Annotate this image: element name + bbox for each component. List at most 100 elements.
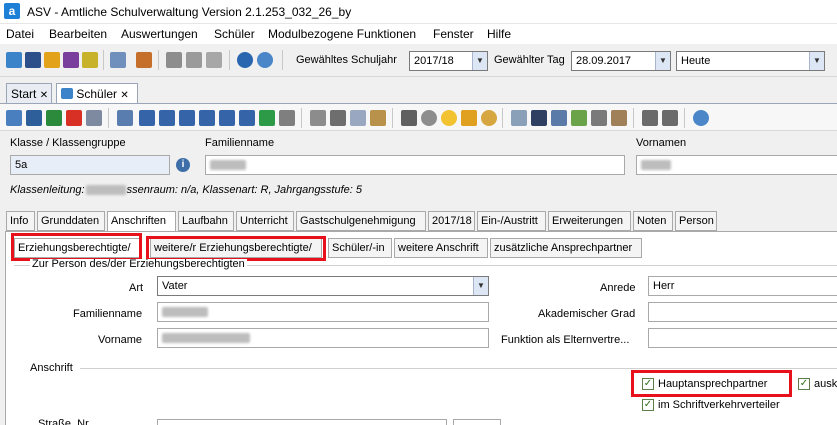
tab-gastschulgenehmigung[interactable]: Gastschulgenehmigung — [296, 211, 426, 231]
students-icon[interactable] — [6, 52, 22, 68]
auskunft-checkbox[interactable]: ✓ — [798, 378, 810, 390]
person-card-icon[interactable] — [611, 110, 627, 126]
paste-icon[interactable] — [370, 110, 386, 126]
menu-auswertungen[interactable]: Auswertungen — [121, 27, 198, 41]
menu-modulbezogene-funktionen[interactable]: Modulbezogene Funktionen — [268, 27, 416, 41]
undo-icon[interactable] — [46, 110, 62, 126]
lightbulb-icon[interactable] — [441, 110, 457, 126]
klasse-field[interactable]: 5a — [10, 155, 170, 175]
subtab-erziehungsberechtigte[interactable]: Erziehungsberechtigte/ — [14, 238, 141, 258]
toolbar-separator — [502, 108, 503, 128]
previous-page-icon[interactable] — [159, 110, 175, 126]
class-icon[interactable] — [63, 52, 79, 68]
subtab-weitere-erziehungsberechtigte[interactable]: weitere/r Erziehungsberechtigte/ — [150, 238, 322, 258]
tab-unterricht[interactable]: Unterricht — [236, 211, 294, 231]
schriftverkehr-checkbox[interactable]: ✓ — [642, 399, 654, 411]
next-record-icon[interactable] — [199, 110, 215, 126]
save-icon[interactable] — [26, 110, 42, 126]
hauptansprechpartner-checkbox[interactable]: ✓ — [642, 378, 654, 390]
new-record-icon[interactable] — [6, 110, 22, 126]
export-icon[interactable] — [571, 110, 587, 126]
close-icon[interactable]: ✕ — [120, 90, 128, 101]
schuljahr-select[interactable]: 2017/18 ▼ — [409, 51, 488, 71]
akademischer-grad-input[interactable] — [648, 302, 837, 322]
print-preview-icon[interactable] — [117, 110, 133, 126]
edit-icon[interactable] — [86, 110, 102, 126]
strasse-input[interactable] — [157, 419, 447, 425]
info-icon[interactable]: i — [176, 158, 190, 172]
copy-icon[interactable] — [350, 110, 366, 126]
copy-icon[interactable] — [166, 52, 182, 68]
tab-ein-austritt[interactable]: Ein-/Austritt — [477, 211, 546, 231]
first-record-icon[interactable] — [139, 110, 155, 126]
tab-anschriften[interactable]: Anschriften — [107, 211, 176, 232]
familienname-field[interactable] — [205, 155, 625, 175]
toolbar-separator — [108, 108, 109, 128]
notes-icon[interactable] — [82, 52, 98, 68]
menu-hilfe[interactable]: Hilfe — [487, 27, 511, 41]
toolbar-separator — [301, 108, 302, 128]
menu-schueler[interactable]: Schüler — [214, 27, 255, 41]
tab-laufbahn[interactable]: Laufbahn — [178, 211, 234, 231]
list-icon[interactable] — [279, 110, 295, 126]
help-icon[interactable] — [693, 110, 709, 126]
next-page-icon[interactable] — [219, 110, 235, 126]
menu-bearbeiten[interactable]: Bearbeiten — [49, 27, 107, 41]
help-icon[interactable] — [257, 52, 273, 68]
chevron-down-icon[interactable]: ▼ — [809, 52, 824, 70]
tab-person[interactable]: Person — [675, 211, 717, 231]
vorname-label: Vorname — [98, 334, 143, 346]
tag-date-field[interactable]: 28.09.2017 ▼ — [571, 51, 671, 71]
document-icon[interactable] — [110, 52, 126, 68]
menu-fenster[interactable]: Fenster — [433, 27, 474, 41]
funktion-input[interactable] — [648, 328, 837, 348]
back-arrow-icon[interactable] — [310, 110, 326, 126]
report-icon[interactable] — [136, 52, 152, 68]
close-icon[interactable]: ✕ — [40, 90, 48, 101]
anrede-select[interactable]: Herr — [648, 276, 837, 296]
forward-icon[interactable] — [662, 110, 678, 126]
previous-record-icon[interactable] — [179, 110, 195, 126]
person-icon[interactable] — [531, 110, 547, 126]
cut-icon[interactable] — [330, 110, 346, 126]
lightning-icon[interactable] — [206, 52, 222, 68]
tab-info[interactable]: Info — [6, 211, 35, 231]
hausnummer-input[interactable] — [453, 419, 501, 425]
tab-start[interactable]: Start ✕ — [6, 83, 52, 103]
subtab-zusaetzliche-ansprechpartner[interactable]: zusätzliche Ansprechpartner — [490, 238, 642, 258]
delete-icon[interactable] — [66, 110, 82, 126]
art-select[interactable]: Vater ▼ — [157, 276, 489, 296]
subtab-weitere-anschrift[interactable]: weitere Anschrift — [394, 238, 488, 258]
tab-erweiterungen[interactable]: Erweiterungen — [548, 211, 631, 231]
clock-icon[interactable] — [481, 110, 497, 126]
chevron-down-icon[interactable]: ▼ — [655, 52, 670, 70]
menu-datei[interactable]: Datei — [6, 27, 34, 41]
tab-grunddaten[interactable]: Grunddaten — [37, 211, 105, 231]
database-icon[interactable] — [186, 52, 202, 68]
familienname-input[interactable] — [157, 302, 489, 322]
disc-icon[interactable] — [421, 110, 437, 126]
archive-icon[interactable] — [591, 110, 607, 126]
refresh-icon[interactable] — [259, 110, 275, 126]
chevron-down-icon[interactable]: ▼ — [472, 52, 487, 70]
schuljahr-label: Gewähltes Schuljahr — [296, 54, 397, 66]
heute-select[interactable]: Heute ▼ — [676, 51, 825, 71]
last-record-icon[interactable] — [239, 110, 255, 126]
teachers-icon[interactable] — [44, 52, 60, 68]
info-icon[interactable] — [237, 52, 253, 68]
tab-noten[interactable]: Noten — [633, 211, 673, 231]
package-icon[interactable] — [511, 110, 527, 126]
keyboard-icon[interactable] — [25, 52, 41, 68]
back-icon[interactable] — [642, 110, 658, 126]
chevron-down-icon[interactable]: ▼ — [473, 277, 488, 295]
vorname-input[interactable] — [157, 328, 489, 348]
tab-schueler[interactable]: Schüler ✕ — [56, 83, 138, 103]
printer-icon[interactable] — [401, 110, 417, 126]
document-list-icon[interactable] — [551, 110, 567, 126]
subtab-schueler-in[interactable]: Schüler/-in — [328, 238, 392, 258]
group-border — [80, 368, 837, 369]
vornamen-field[interactable] — [636, 155, 837, 175]
tab-schuljahr[interactable]: 2017/18 — [428, 211, 475, 231]
pencil-icon[interactable] — [461, 110, 477, 126]
toolbar-separator — [282, 50, 283, 70]
